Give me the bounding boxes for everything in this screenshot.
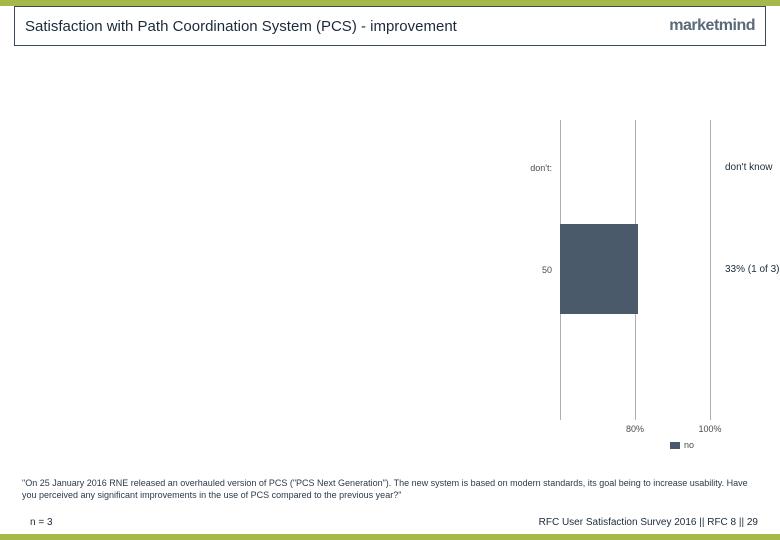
accent-bar-bottom [0, 534, 780, 540]
annotation-dont-know: don't know [725, 162, 773, 173]
y-tick-label: 50 [542, 265, 552, 275]
question-text: "On 25 January 2016 RNE released an over… [22, 478, 758, 501]
slide: Satisfaction with Path Coordination Syst… [0, 0, 780, 540]
page-title: Satisfaction with Path Coordination Syst… [25, 18, 457, 35]
x-tick-label: 80% [626, 424, 644, 434]
brand-logo: marketmind [669, 17, 755, 35]
sample-size: n = 3 [30, 517, 53, 528]
x-tick-label: 100% [698, 424, 721, 434]
footer-text: RFC User Satisfaction Survey 2016 || RFC… [539, 517, 758, 528]
grid-line [710, 120, 711, 420]
legend-label: no [684, 440, 694, 450]
chart: don't: 50 80% 100% don't know 33% (1 of … [560, 120, 710, 440]
header: Satisfaction with Path Coordination Syst… [14, 6, 766, 46]
y-tick-label: don't: [530, 163, 552, 173]
annotation-no: 33% (1 of 3) [725, 264, 779, 275]
bar-no [560, 224, 638, 314]
legend-swatch [670, 442, 680, 449]
